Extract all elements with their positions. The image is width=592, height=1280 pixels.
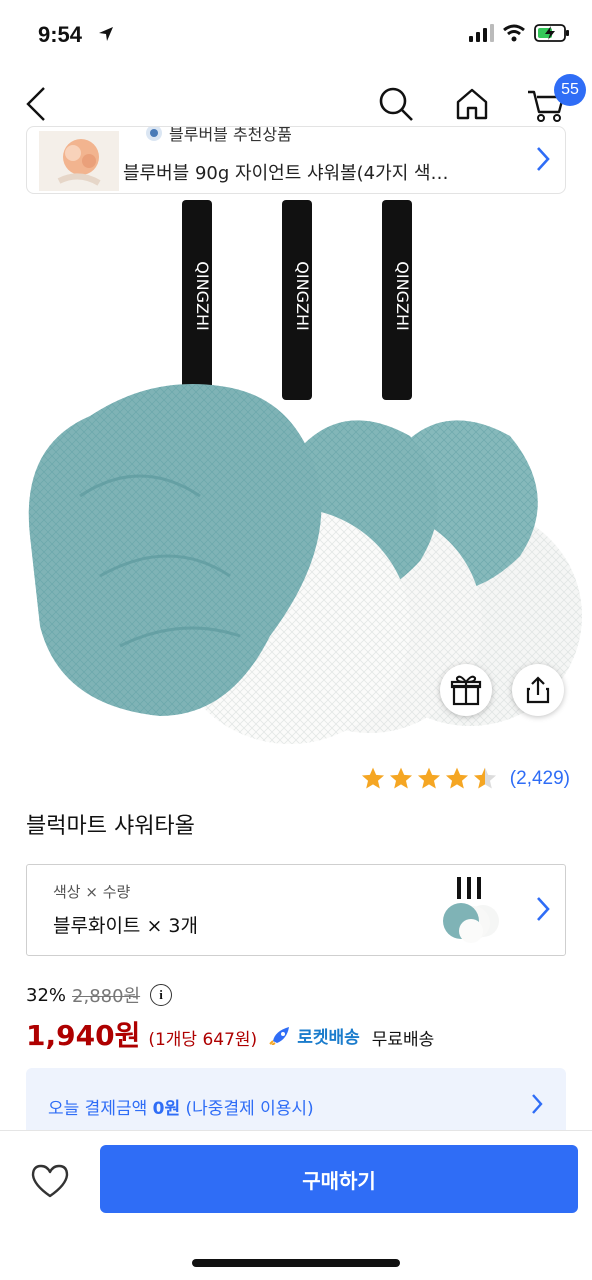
option-value: 블루화이트 × 3개 <box>53 915 198 937</box>
strap-2: QINGZHI <box>282 200 312 400</box>
back-button[interactable] <box>14 82 58 126</box>
home-indicator <box>192 1259 400 1267</box>
discount-row: 32% 2,880원 i <box>26 982 173 1008</box>
star-icon <box>417 767 440 789</box>
original-price: 2,880원 <box>72 986 141 1007</box>
option-selector[interactable]: 색상 × 수량 블루화이트 × 3개 <box>26 864 566 956</box>
strap-text-2: QINGZHI <box>293 261 312 330</box>
related-product-title: 블루버블 90g 자이언트 샤워볼(4가지 색… <box>123 163 449 184</box>
search-button[interactable] <box>374 82 418 126</box>
home-icon <box>456 88 488 120</box>
price-row: 1,940원 (1개당 647원) 로켓배송 무료배송 <box>26 1014 434 1054</box>
strap-text-3: QINGZHI <box>393 261 412 330</box>
chevron-left-icon <box>26 87 45 121</box>
brand-logo-icon <box>146 127 162 141</box>
status-time: 9:54 <box>38 22 83 47</box>
share-icon <box>526 676 550 704</box>
related-brand-label: 블루버블 추천상품 <box>169 126 292 144</box>
star-icon <box>361 767 384 789</box>
bottom-action-bar: 구매하기 <box>0 1130 592 1280</box>
star-icon <box>473 767 496 789</box>
chevron-right-icon <box>532 1094 543 1114</box>
home-button[interactable] <box>450 82 494 126</box>
location-arrow-icon <box>99 27 113 41</box>
wishlist-button[interactable] <box>28 1159 72 1203</box>
option-label: 색상 × 수량 <box>53 883 131 901</box>
later-pay-prefix: 오늘 결제금액 <box>48 1099 153 1119</box>
rocket-icon <box>269 1027 290 1045</box>
battery-charging-icon <box>534 24 569 42</box>
cart-count-badge: 55 <box>554 74 586 106</box>
star-icon <box>389 767 412 789</box>
shower-puff-illustration: QINGZHI QINGZHI QINGZHI <box>28 200 582 744</box>
later-pay-amount: 0원 <box>152 1099 181 1119</box>
star-icon <box>445 767 468 789</box>
search-icon <box>379 87 413 121</box>
sale-price: 1,940원 <box>26 1019 141 1052</box>
star-rating <box>360 766 498 792</box>
buy-button[interactable]: 구매하기 <box>100 1145 578 1213</box>
strap-1: QINGZHI <box>182 200 212 400</box>
wifi-icon <box>503 24 525 42</box>
rating-row[interactable]: (2,429) <box>360 766 570 792</box>
related-brand: 블루버블 추천상품 <box>145 126 292 145</box>
review-count[interactable]: (2,429) <box>510 768 570 790</box>
status-icons <box>468 24 570 42</box>
strap-3: QINGZHI <box>382 200 412 400</box>
chevron-right-icon <box>537 897 550 921</box>
chevron-right-icon <box>537 147 550 171</box>
product-title: 블럭마트 샤워타올 <box>26 814 195 839</box>
shipping-fee: 무료배송 <box>371 1030 435 1050</box>
gift-icon <box>450 675 482 706</box>
rocket-delivery-badge: 로켓배송 <box>269 1023 360 1048</box>
related-product-thumbnail <box>39 131 119 191</box>
signal-icon <box>469 24 494 42</box>
discount-rate: 32% <box>26 984 67 1006</box>
unit-price: (1개당 647원) <box>148 1030 258 1050</box>
later-pay-service-open: (나중결제 <box>180 1099 255 1119</box>
share-button[interactable] <box>512 664 564 716</box>
later-pay-text: 오늘 결제금액 0원 (나중결제 이용시) <box>48 1094 314 1119</box>
strap-text-1: QINGZHI <box>193 261 212 330</box>
option-thumbnail <box>443 877 499 943</box>
later-pay-banner[interactable]: 오늘 결제금액 0원 (나중결제 이용시) <box>26 1068 566 1130</box>
related-product-banner[interactable]: 블루버블 추천상품 블루버블 90g 자이언트 샤워볼(4가지 색… <box>26 126 566 194</box>
later-pay-suffix: 이용시) <box>254 1099 314 1119</box>
product-image[interactable]: QINGZHI QINGZHI QINGZHI <box>0 196 592 756</box>
status-bar: 9:54 <box>0 0 592 70</box>
info-icon[interactable]: i <box>150 984 173 1006</box>
gift-button[interactable] <box>440 664 492 716</box>
heart-icon <box>31 1164 69 1198</box>
rocket-delivery-label: 로켓배송 <box>297 1027 360 1048</box>
